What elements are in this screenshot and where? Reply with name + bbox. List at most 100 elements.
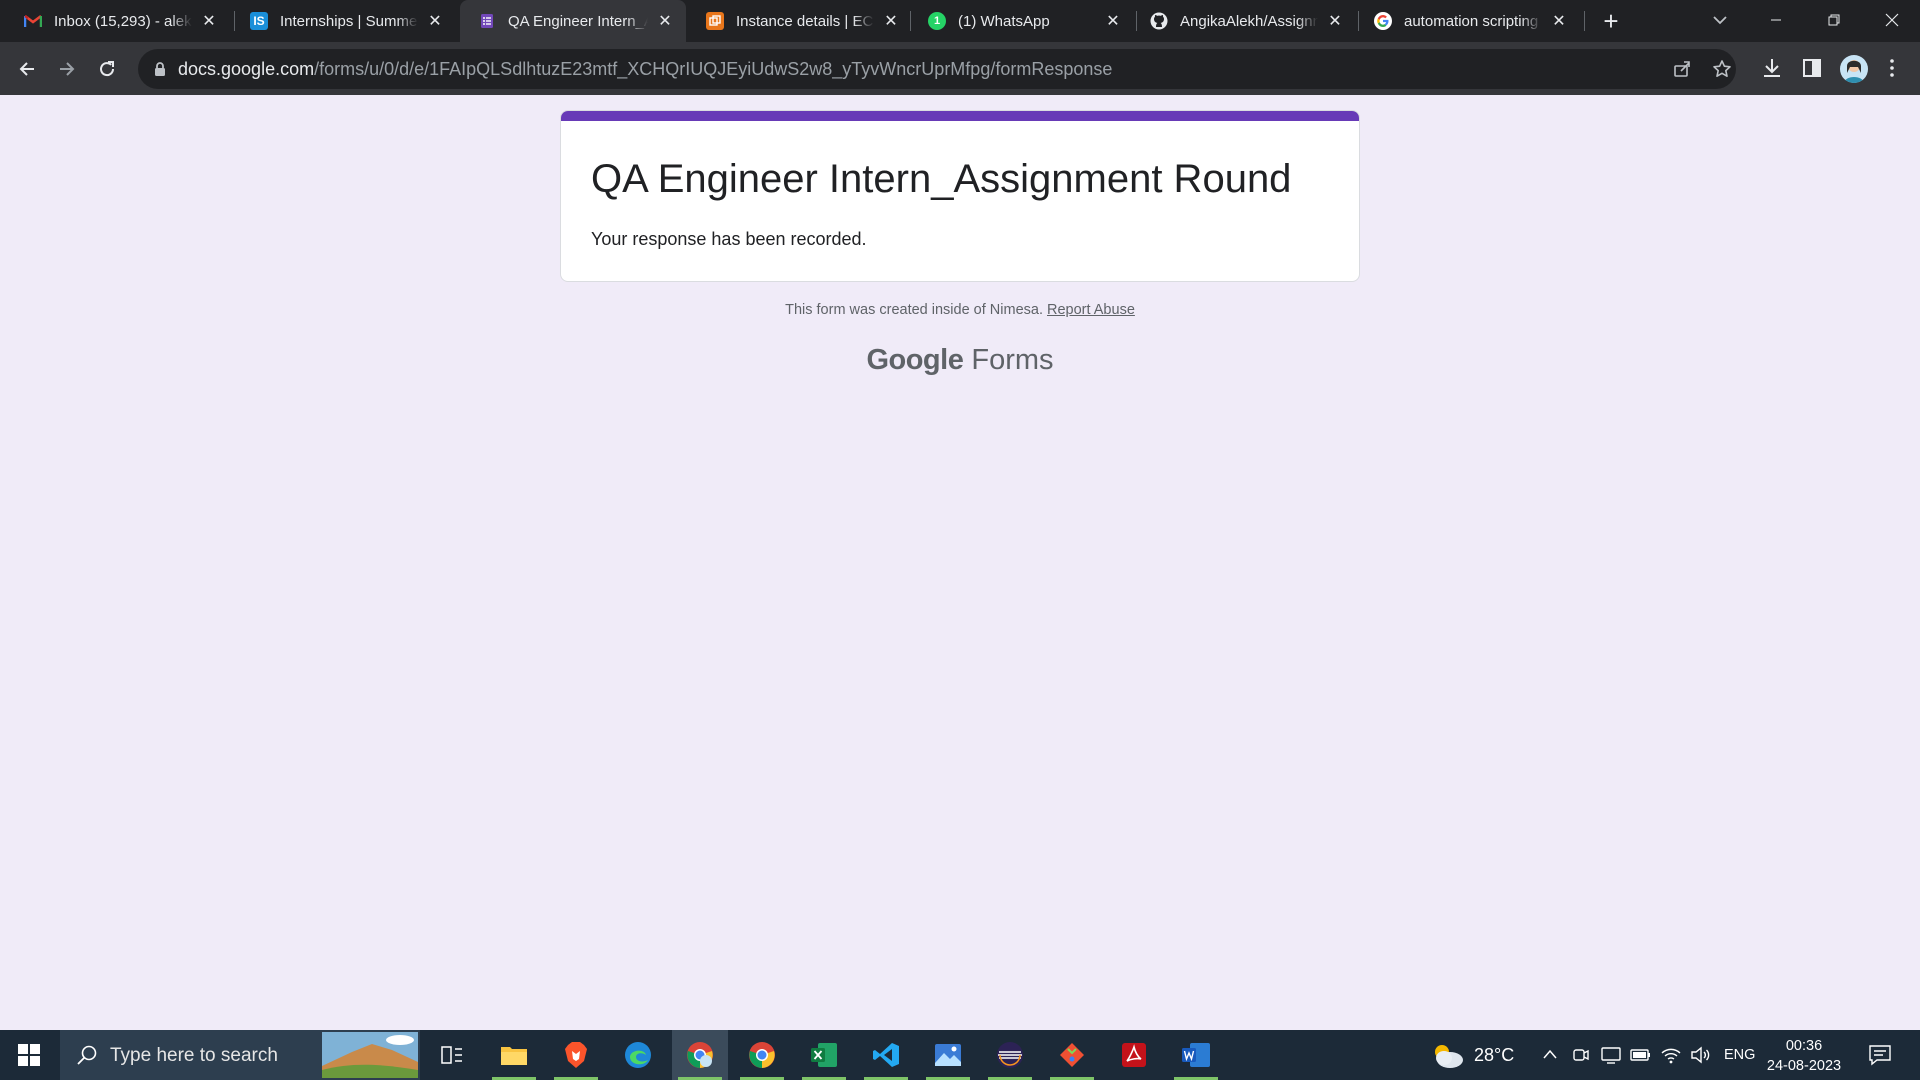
url-text[interactable]: docs.google.com/forms/u/0/d/e/1FAIpQLSdl… [178, 59, 1112, 80]
tab-search-button[interactable] [1708, 8, 1732, 32]
eclipse-button[interactable] [982, 1030, 1038, 1080]
wifi-icon[interactable] [1660, 1045, 1682, 1065]
edge-button[interactable] [610, 1030, 666, 1080]
new-tab-button[interactable]: + [1598, 8, 1624, 34]
restore-button[interactable] [1806, 0, 1862, 40]
arrow-right-icon [60, 62, 75, 76]
task-view-icon [441, 1046, 462, 1064]
file-explorer-button[interactable] [486, 1030, 542, 1080]
battery-icon[interactable] [1630, 1047, 1652, 1063]
reload-button[interactable] [92, 54, 122, 84]
tab-strip: Inbox (15,293) - alekh ✕ IS Internships … [0, 0, 1920, 42]
close-icon [1885, 13, 1899, 27]
form-title: QA Engineer Intern_Assignment Round [591, 157, 1292, 201]
acrobat-button[interactable] [1106, 1030, 1162, 1080]
acrobat-icon [1122, 1043, 1146, 1067]
browser-toolbar: docs.google.com/forms/u/0/d/e/1FAIpQLSdl… [0, 42, 1920, 95]
aws-icon [706, 12, 724, 30]
bookmark-star-icon[interactable] [1712, 59, 1732, 79]
arrow-left-icon [19, 62, 34, 76]
close-icon[interactable]: ✕ [198, 10, 220, 32]
lock-icon[interactable] [152, 61, 168, 77]
task-view-button[interactable] [424, 1030, 480, 1080]
response-card: QA Engineer Intern_Assignment Round Your… [560, 110, 1360, 282]
tab-title: AngikaAlekh/Assignment [1180, 12, 1318, 30]
clock-time: 00:36 [1785, 1038, 1823, 1054]
google-forms-icon [478, 12, 496, 30]
whatsapp-icon: 1 [928, 12, 946, 30]
close-icon[interactable]: ✕ [1102, 10, 1124, 32]
meet-now-icon[interactable] [1572, 1045, 1590, 1065]
tab-google-search[interactable]: automation scripting ✕ [1350, 0, 1580, 42]
tab-aws-ec2[interactable]: Instance details | EC2 ✕ [682, 0, 912, 42]
form-footer-note: This form was created inside of Nimesa. … [0, 302, 1920, 318]
folder-icon [501, 1047, 527, 1065]
windows-icon [18, 1044, 40, 1066]
google-icon [1374, 12, 1392, 30]
close-icon[interactable]: ✕ [424, 10, 446, 32]
tab-title: (1) WhatsApp [958, 12, 1050, 30]
chrome-icon [749, 1042, 775, 1068]
notification-icon[interactable] [1868, 1044, 1892, 1066]
start-button[interactable] [0, 1030, 58, 1080]
display-icon[interactable] [1600, 1045, 1622, 1065]
word-button[interactable] [1168, 1030, 1224, 1080]
tab-google-form[interactable]: QA Engineer Intern_Assignment Round ✕ [460, 0, 686, 42]
url-path: /forms/u/0/d/e/1FAIpQLSdlhtuzE23mtf_XCHQ… [314, 59, 1113, 79]
back-button[interactable] [12, 54, 42, 84]
restore-icon [1828, 14, 1840, 26]
tab-whatsapp[interactable]: 1 (1) WhatsApp ✕ [904, 0, 1134, 42]
share-icon[interactable] [1672, 59, 1692, 79]
search-placeholder: Type here to search [110, 1045, 278, 1066]
address-bar[interactable]: docs.google.com/forms/u/0/d/e/1FAIpQLSdl… [138, 49, 1736, 89]
brave-browser-button[interactable] [548, 1030, 604, 1080]
chrome-profile-icon [687, 1042, 713, 1068]
chevron-up-icon[interactable] [1542, 1048, 1558, 1060]
windows-taskbar: Type here to search 28°C ENG 00:36 24-08… [0, 1030, 1920, 1080]
internshala-icon: IS [250, 12, 268, 30]
tab-internshala[interactable]: IS Internships | Summer ✕ [226, 0, 456, 42]
minimize-icon [1771, 19, 1781, 21]
logo-forms-text: Forms [971, 344, 1054, 376]
excel-button[interactable] [796, 1030, 852, 1080]
excel-icon [811, 1043, 837, 1067]
kebab-menu-icon[interactable] [1880, 56, 1904, 80]
git-gui-button[interactable] [1044, 1030, 1100, 1080]
photos-icon [935, 1044, 961, 1066]
git-icon [1060, 1043, 1084, 1067]
tab-github[interactable]: AngikaAlekh/Assignment ✕ [1126, 0, 1356, 42]
weather-cloud-icon [1435, 1045, 1463, 1068]
side-panel-icon[interactable] [1800, 56, 1824, 80]
logo-google-text: Google [866, 344, 964, 376]
taskbar-search[interactable]: Type here to search [60, 1030, 420, 1080]
close-window-button[interactable] [1864, 0, 1920, 40]
language-indicator[interactable]: ENG [1724, 1030, 1755, 1080]
google-forms-logo[interactable]: Google Forms [0, 344, 1920, 377]
forward-button[interactable] [52, 54, 82, 84]
close-icon[interactable]: ✕ [1324, 10, 1346, 32]
clock-date: 24-08-2023 [1766, 1058, 1842, 1074]
close-icon[interactable]: ✕ [880, 10, 902, 32]
weather-widget[interactable]: 28°C [1430, 1030, 1514, 1080]
report-abuse-link[interactable]: Report Abuse [1047, 302, 1135, 318]
github-icon [1150, 12, 1168, 30]
photos-button[interactable] [920, 1030, 976, 1080]
tab-title: QA Engineer Intern_Assignment Round [508, 12, 648, 30]
chrome-button[interactable] [734, 1030, 790, 1080]
footer-text: This form was created inside of Nimesa. [785, 302, 1043, 318]
chrome-profile-button[interactable] [672, 1030, 728, 1080]
system-clock[interactable]: 00:36 24-08-2023 [1762, 1036, 1846, 1076]
close-icon[interactable]: ✕ [1548, 10, 1570, 32]
eclipse-icon [997, 1042, 1023, 1068]
edge-icon [625, 1042, 651, 1068]
download-icon[interactable] [1760, 56, 1784, 80]
avatar[interactable] [1840, 55, 1868, 83]
minimize-button[interactable] [1748, 0, 1804, 40]
tab-gmail[interactable]: Inbox (15,293) - alekh ✕ [0, 0, 230, 42]
brave-icon [565, 1042, 587, 1068]
url-host: docs.google.com [178, 59, 315, 79]
volume-icon[interactable] [1690, 1045, 1712, 1065]
vscode-button[interactable] [858, 1030, 914, 1080]
close-icon[interactable]: ✕ [654, 10, 676, 32]
tab-title: Instance details | EC2 [736, 12, 874, 30]
